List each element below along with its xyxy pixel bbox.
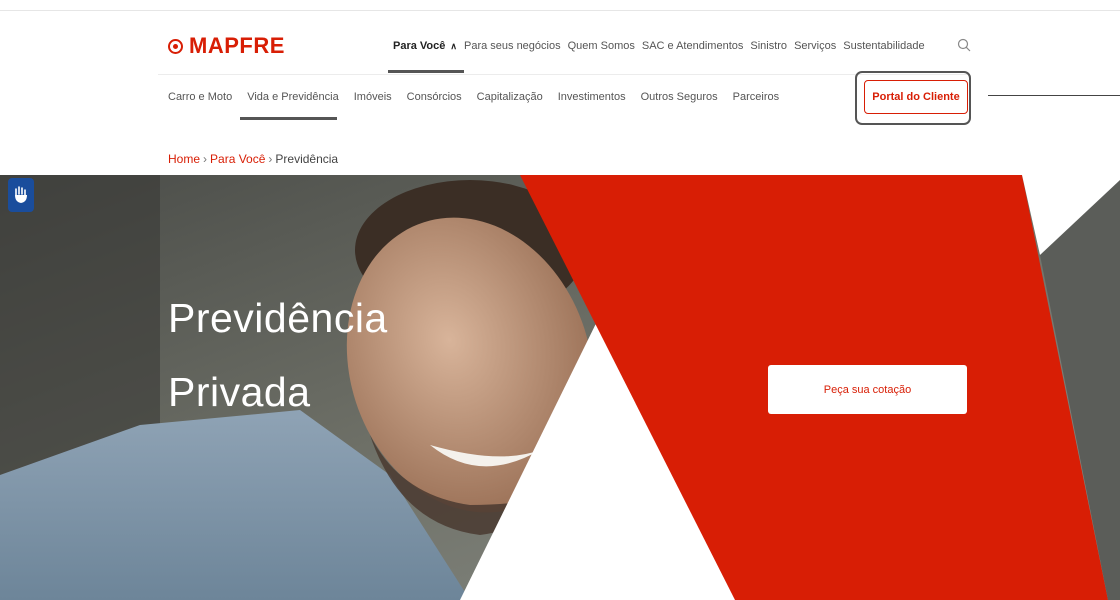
breadcrumb-current: Previdência (275, 152, 339, 166)
callout-line (988, 95, 1120, 96)
nav-item-negocios[interactable]: Para seus negócios (464, 40, 561, 52)
subnav-item-imoveis[interactable]: Imóveis (354, 91, 392, 103)
top-border (0, 10, 1120, 11)
nav-item-sustentabilidade[interactable]: Sustentabilidade (843, 40, 924, 52)
hero-title-line2: Privada (168, 369, 311, 415)
breadcrumb-separator: › (268, 152, 273, 166)
nav-divider (158, 74, 968, 75)
subnav-item-vida-previdencia[interactable]: Vida e Previdência (247, 91, 339, 103)
chevron-up-icon: ∧ (450, 40, 457, 51)
sign-language-widget[interactable] (8, 178, 34, 212)
breadcrumb-separator: › (203, 152, 208, 166)
logo-mark-icon (168, 38, 183, 54)
peca-sua-cotacao-button[interactable]: Peça sua cotação (768, 365, 967, 414)
subnav-item-consorcios[interactable]: Consórcios (407, 91, 462, 103)
subnav-item-capitalizacao[interactable]: Capitalização (477, 91, 543, 103)
nav-item-servicos[interactable]: Serviços (794, 40, 836, 52)
main-nav: Para Você ∧ Para seus negócios Quem Somo… (393, 40, 932, 52)
mapfre-logo[interactable]: MAPFRE (168, 33, 285, 59)
subnav-item-carro-moto[interactable]: Carro e Moto (168, 91, 232, 103)
portal-do-cliente-button[interactable]: Portal do Cliente (864, 80, 968, 114)
hero-title-line1: Previdência (168, 295, 388, 341)
nav-item-quem-somos[interactable]: Quem Somos (568, 40, 635, 52)
subnav-item-outros-seguros[interactable]: Outros Seguros (641, 91, 718, 103)
subnav-item-investimentos[interactable]: Investimentos (558, 91, 626, 103)
nav-item-label: Para Você (393, 40, 446, 52)
sign-language-icon (15, 186, 27, 203)
main-nav-active-indicator (388, 70, 464, 73)
breadcrumb-home[interactable]: Home (168, 152, 200, 166)
sub-nav: Carro e Moto Vida e Previdência Imóveis … (168, 91, 794, 103)
breadcrumb-para-voce[interactable]: Para Você (210, 152, 265, 166)
nav-item-para-voce[interactable]: Para Você ∧ (393, 40, 457, 52)
subnav-item-parceiros[interactable]: Parceiros (733, 91, 779, 103)
nav-item-sac[interactable]: SAC e Atendimentos (642, 40, 744, 52)
logo-text: MAPFRE (189, 33, 285, 58)
hero-banner: Previdência Privada Peça sua cotação (0, 175, 1120, 600)
breadcrumb: Home › Para Você › Previdência (168, 152, 338, 166)
sub-nav-active-indicator (240, 117, 337, 120)
nav-item-sinistro[interactable]: Sinistro (750, 40, 787, 52)
search-icon[interactable] (957, 38, 971, 52)
